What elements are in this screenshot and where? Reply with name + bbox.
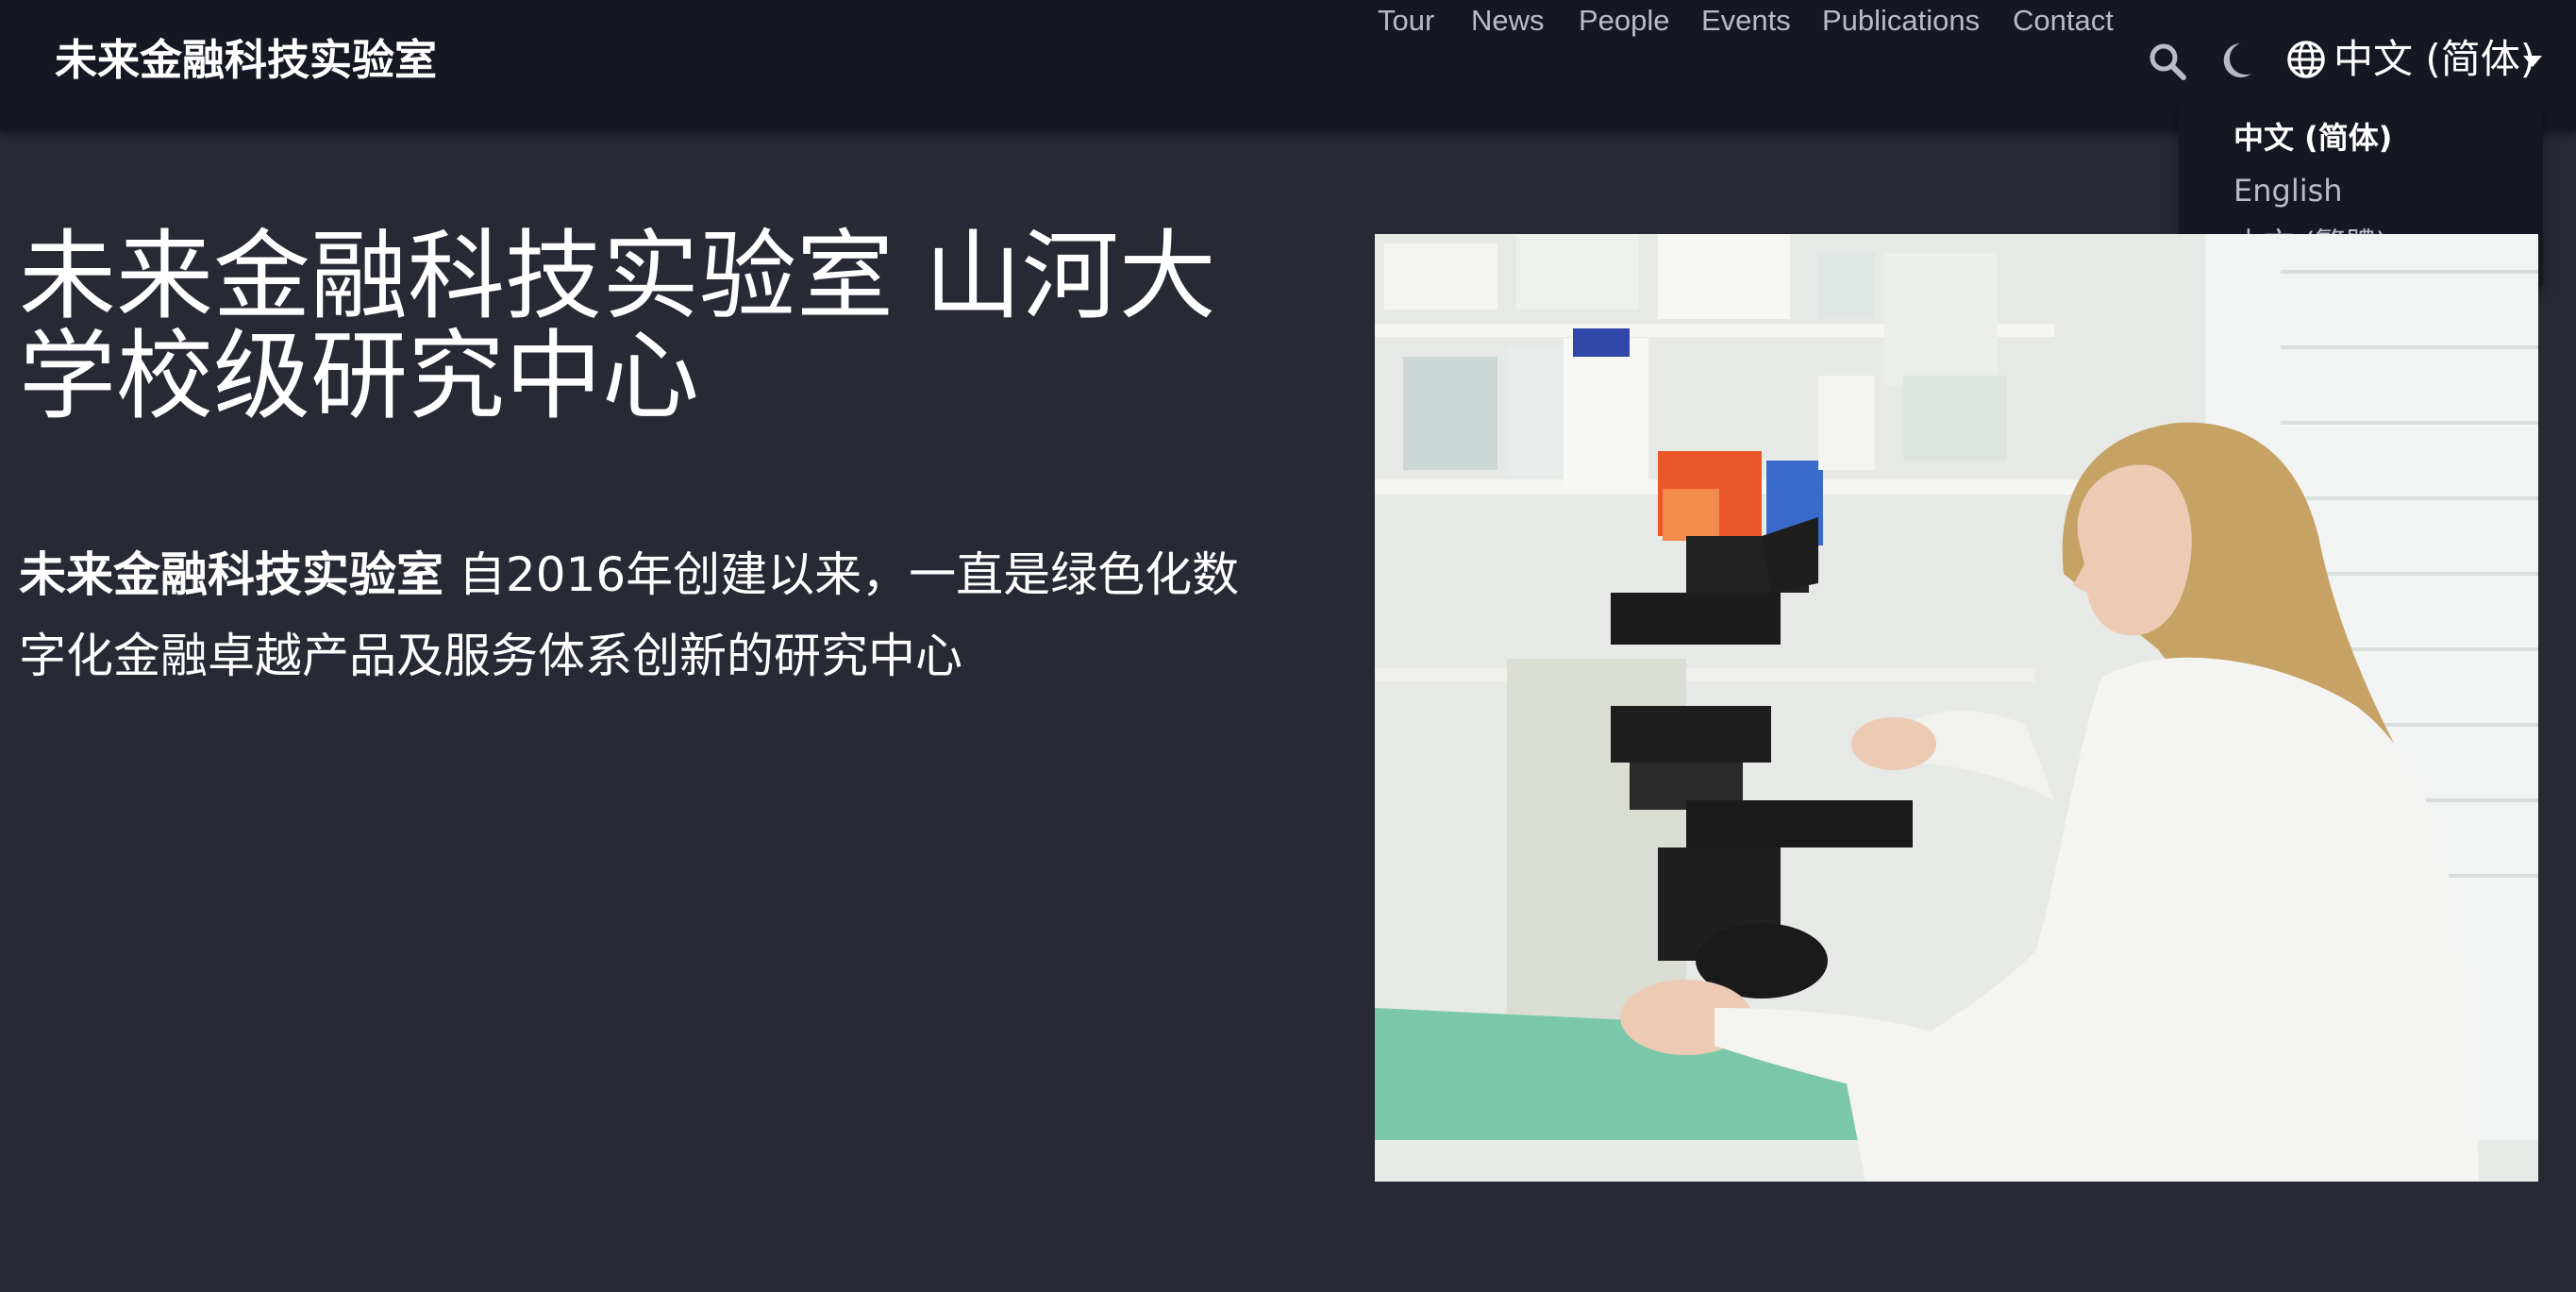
- nav-link-tour[interactable]: Tour: [1378, 0, 1434, 42]
- hero-title: 未来金融科技实验室 山河大学校级研究中心: [19, 220, 1216, 433]
- nav-link-contact[interactable]: Contact: [2013, 0, 2114, 42]
- nav-link-people[interactable]: People: [1579, 0, 1670, 42]
- language-option-english[interactable]: English: [2233, 170, 2343, 211]
- chevron-down-icon[interactable]: [2523, 53, 2542, 71]
- nav-link-events[interactable]: Events: [1701, 0, 1791, 42]
- moon-icon[interactable]: [2219, 42, 2253, 83]
- search-icon[interactable]: [2148, 42, 2187, 85]
- hero-description-lab-name: 未来金融科技实验室: [19, 547, 443, 602]
- nav-link-news[interactable]: News: [1471, 0, 1545, 42]
- globe-icon[interactable]: [2286, 40, 2326, 83]
- language-selector[interactable]: 中文 (简体): [2333, 34, 2535, 85]
- site-brand[interactable]: 未来金融科技实验室: [55, 34, 437, 87]
- nav-link-publications[interactable]: Publications: [1822, 0, 1980, 42]
- hero-description: 未来金融科技实验室 自2016年创建以来，一直是绿色化数字化金融卓越产品及服务体…: [19, 534, 1274, 696]
- language-option-zh-hans[interactable]: 中文 (简体): [2233, 117, 2392, 159]
- hero-lab-photo: [1375, 234, 2538, 1182]
